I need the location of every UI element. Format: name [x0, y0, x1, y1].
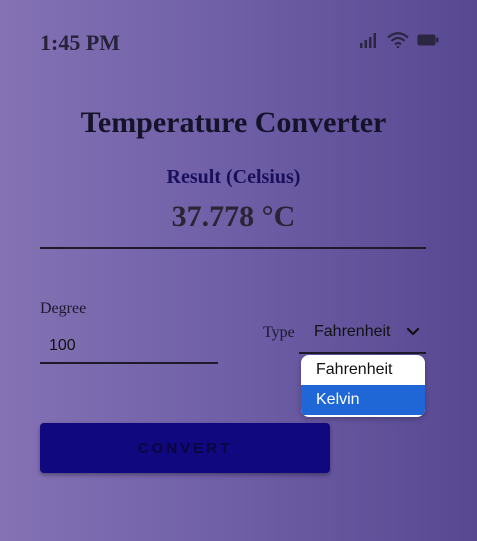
type-dropdown-menu: Fahrenheit Kelvin [301, 355, 425, 417]
result-label: Result (Celsius) [166, 166, 301, 188]
page-title: Temperature Converter [80, 106, 387, 139]
status-icons [359, 32, 439, 48]
type-option-kelvin[interactable]: Kelvin [301, 385, 425, 415]
type-option-fahrenheit[interactable]: Fahrenheit [301, 355, 425, 385]
degree-input[interactable] [40, 330, 218, 364]
type-select-value: Fahrenheit [314, 323, 391, 340]
battery-icon [417, 34, 439, 46]
result-value: 37.778 °C [171, 200, 296, 233]
wifi-icon [387, 32, 409, 48]
result-divider [40, 247, 426, 249]
signal-icon [360, 33, 376, 48]
type-select[interactable]: Fahrenheit [299, 316, 426, 354]
type-label: Type [263, 324, 295, 341]
status-time: 1:45 PM [40, 30, 121, 55]
convert-button[interactable]: CONVERT [40, 423, 330, 473]
chevron-down-icon [406, 327, 420, 336]
degree-label: Degree [40, 300, 87, 317]
